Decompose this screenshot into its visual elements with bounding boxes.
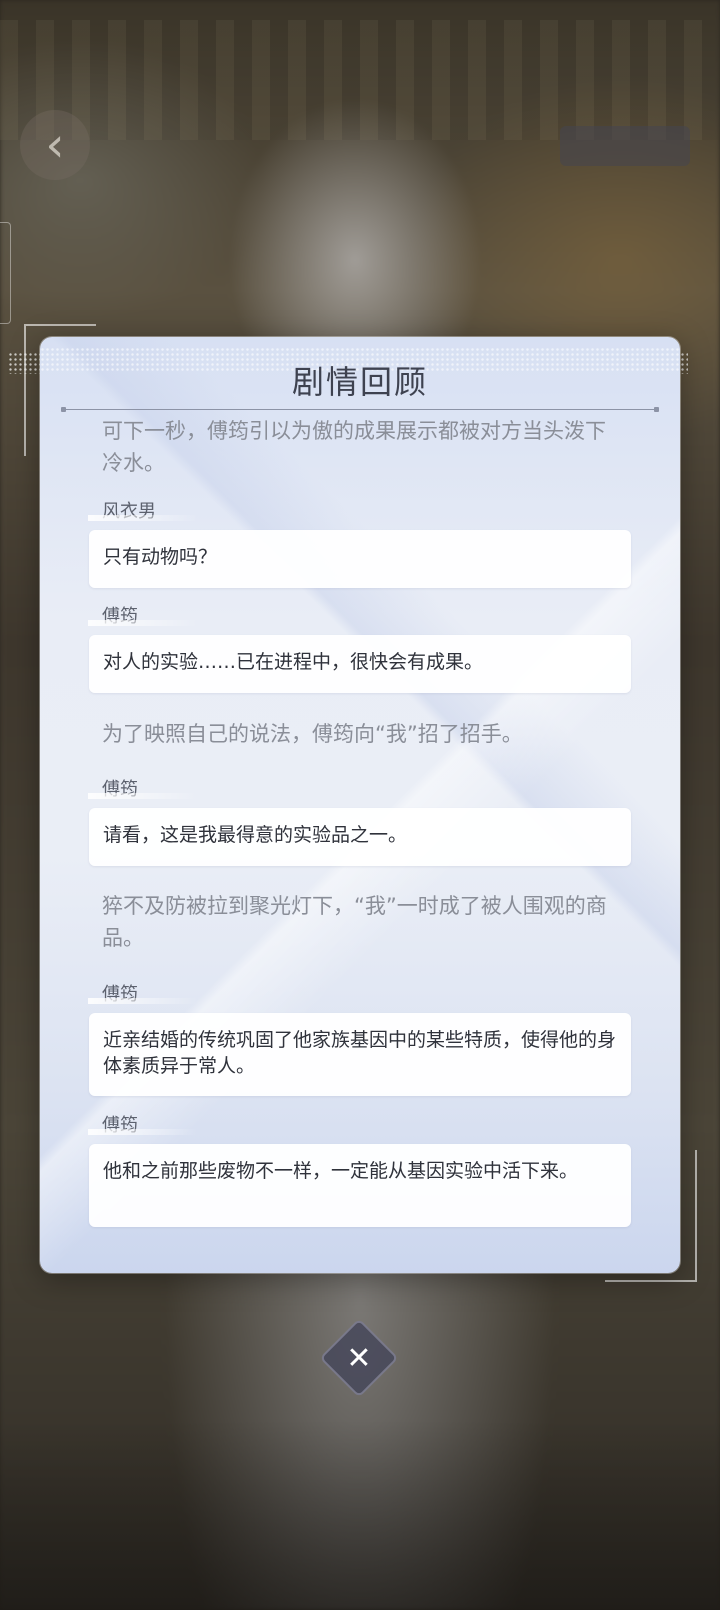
- dialogue-bubble: 他和之前那些废物不一样，一定能从基因实验中活下来。: [89, 1144, 631, 1227]
- speaker-name: 风衣男: [88, 497, 198, 523]
- speaker-name: 傅筠: [88, 775, 198, 801]
- narration-text: 可下一秒，傅筠引以为傲的成果展示都被对方当头泼下冷水。: [102, 419, 606, 475]
- story-review-panel[interactable]: 剧情回顾 可下一秒，傅筠引以为傲的成果展示都被对方当头泼下冷水。 风衣男 只有动…: [40, 337, 680, 1273]
- dialogue-bubble: 近亲结婚的传统巩固了他家族基因中的某些特质，使得他的身体素质异于常人。: [89, 1013, 631, 1096]
- dialogue-bubble: 请看，这是我最得意的实验品之一。: [89, 808, 631, 866]
- dialogue-text: 对人的实验……已在进程中，很快会有成果。: [103, 651, 484, 673]
- speaker-name: 傅筠: [88, 602, 198, 628]
- panel-title: 剧情回顾: [291, 363, 428, 401]
- dialogue-text: 只有动物吗？: [103, 546, 218, 568]
- dialogue-text: 他和之前那些废物不一样，一定能从基因实验中活下来。: [103, 1160, 579, 1182]
- narration-text: 猝不及防被拉到聚光灯下，“我”一时成了被人围观的商品。: [102, 894, 607, 950]
- top-right-button[interactable]: [560, 126, 690, 166]
- speaker-name: 傅筠: [88, 1111, 198, 1137]
- dialogue-text: 请看，这是我最得意的实验品之一。: [103, 824, 408, 846]
- left-edge-frame: [0, 222, 11, 324]
- speaker-name: 傅筠: [88, 980, 198, 1006]
- bottom-shade: [0, 1420, 720, 1610]
- narration-text: 为了映照自己的说法，傅筠向“我”招了招手。: [102, 722, 523, 746]
- dialogue-text: 近亲结婚的传统巩固了他家族基因中的某些特质，使得他的身体素质异于常人。: [103, 1029, 617, 1077]
- background-architecture: [0, 20, 720, 140]
- dialogue-bubble: 只有动物吗？: [89, 530, 631, 588]
- dialogue-bubble: 对人的实验……已在进程中，很快会有成果。: [89, 635, 631, 693]
- close-icon[interactable]: ✕: [331, 1330, 387, 1386]
- back-button[interactable]: ‹: [20, 110, 90, 180]
- chevron-left-icon: ‹: [45, 117, 65, 173]
- title-divider: [61, 407, 659, 412]
